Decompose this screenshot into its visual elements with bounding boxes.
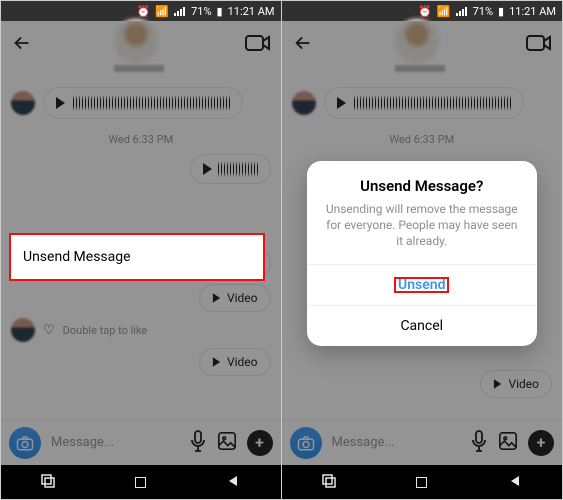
- unsend-dialog: Unsend Message? Unsending will remove th…: [307, 161, 537, 346]
- clock-text: 11:21 AM: [509, 5, 556, 18]
- signal-icon: [456, 7, 468, 16]
- signal-icon: [174, 7, 186, 16]
- battery-text: 71%: [473, 5, 493, 18]
- right-screenshot: ⏰ 📶 71% ▮ 11:21 AM Wed 6:33 PM: [282, 1, 563, 499]
- home-icon[interactable]: [416, 477, 427, 488]
- back-nav-icon[interactable]: [226, 473, 240, 492]
- battery-icon: ▮: [217, 5, 223, 18]
- home-icon[interactable]: [135, 477, 146, 488]
- battery-text: 71%: [191, 5, 211, 18]
- battery-icon: ▮: [498, 5, 504, 18]
- recents-icon[interactable]: [322, 473, 336, 492]
- android-navbar: [1, 465, 281, 499]
- cancel-button[interactable]: Cancel: [307, 305, 537, 346]
- wifi-icon: 📶: [155, 5, 169, 18]
- back-nav-icon[interactable]: [508, 473, 522, 492]
- wifi-icon: 📶: [437, 5, 451, 18]
- clock-text: 11:21 AM: [228, 5, 275, 18]
- recents-icon[interactable]: [41, 473, 55, 492]
- dialog-body: Unsending will remove the message for ev…: [307, 201, 537, 264]
- unsend-action-sheet: Unsend Message: [9, 233, 265, 281]
- alarm-icon: ⏰: [418, 5, 432, 18]
- dialog-title: Unsend Message?: [307, 161, 537, 201]
- alarm-icon: ⏰: [137, 5, 151, 18]
- unsend-button[interactable]: Unsend: [307, 264, 537, 305]
- left-screenshot: ⏰ 📶 71% ▮ 11:21 AM Wed 6:33 PM: [1, 1, 282, 499]
- unsend-message-option[interactable]: Unsend Message: [13, 237, 261, 277]
- android-navbar: [282, 465, 563, 499]
